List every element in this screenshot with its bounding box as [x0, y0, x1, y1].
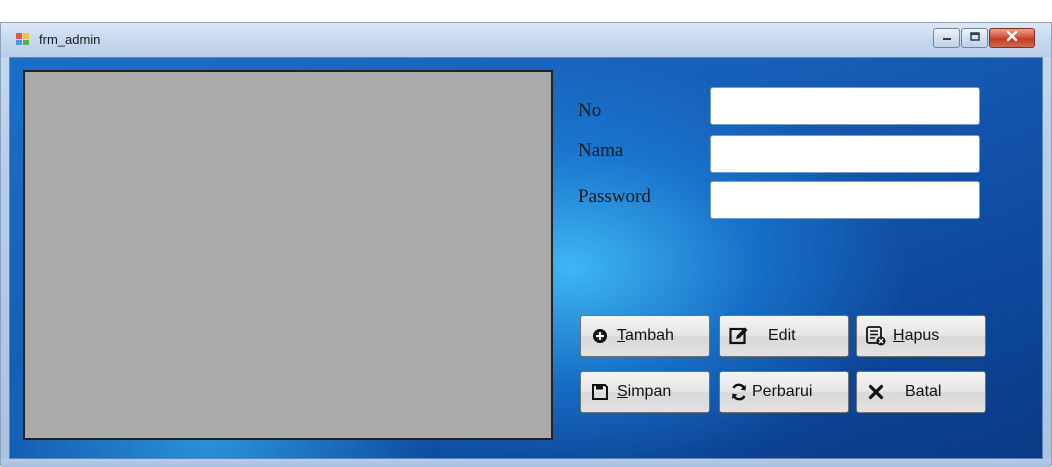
label-no: No	[578, 100, 602, 121]
maximize-icon	[969, 29, 981, 47]
title-bar[interactable]: frm_admin	[1, 23, 1051, 57]
plus-circle-icon	[589, 325, 611, 347]
delete-list-icon	[865, 325, 887, 347]
save-icon	[589, 381, 611, 403]
perbarui-button[interactable]: Perbarui	[719, 371, 849, 413]
perbarui-label: Perbarui	[752, 383, 813, 400]
edit-label: Edit	[768, 327, 796, 344]
tambah-label: Tambah	[617, 327, 674, 344]
hapus-button[interactable]: Hapus	[856, 315, 986, 357]
refresh-icon	[728, 381, 750, 403]
no-input[interactable]	[710, 87, 980, 125]
simpan-button[interactable]: Simpan	[580, 371, 710, 413]
label-password: Password	[578, 186, 651, 207]
close-icon	[1005, 29, 1019, 47]
edit-button[interactable]: Edit	[719, 315, 849, 357]
nama-input[interactable]	[710, 135, 980, 173]
form-icon	[15, 31, 31, 47]
x-icon	[865, 381, 887, 403]
form-client-area: No Nama Password Tambah Edit Hapus Simpa…	[9, 57, 1043, 459]
maximize-button[interactable]	[961, 28, 988, 48]
window-title: frm_admin	[39, 32, 101, 47]
minimize-button[interactable]	[933, 28, 960, 48]
password-input[interactable]	[710, 181, 980, 219]
label-nama: Nama	[578, 140, 624, 161]
picture-box	[23, 70, 553, 440]
batal-label: Batal	[905, 383, 942, 400]
edit-icon	[728, 325, 750, 347]
minimize-icon	[941, 29, 953, 47]
hapus-label: Hapus	[893, 327, 940, 344]
simpan-label: Simpan	[617, 383, 672, 400]
close-button[interactable]	[989, 28, 1035, 48]
batal-button[interactable]: Batal	[856, 371, 986, 413]
tambah-button[interactable]: Tambah	[580, 315, 710, 357]
form-window: frm_admin No Nama Password Tambah Edit H…	[0, 22, 1052, 467]
